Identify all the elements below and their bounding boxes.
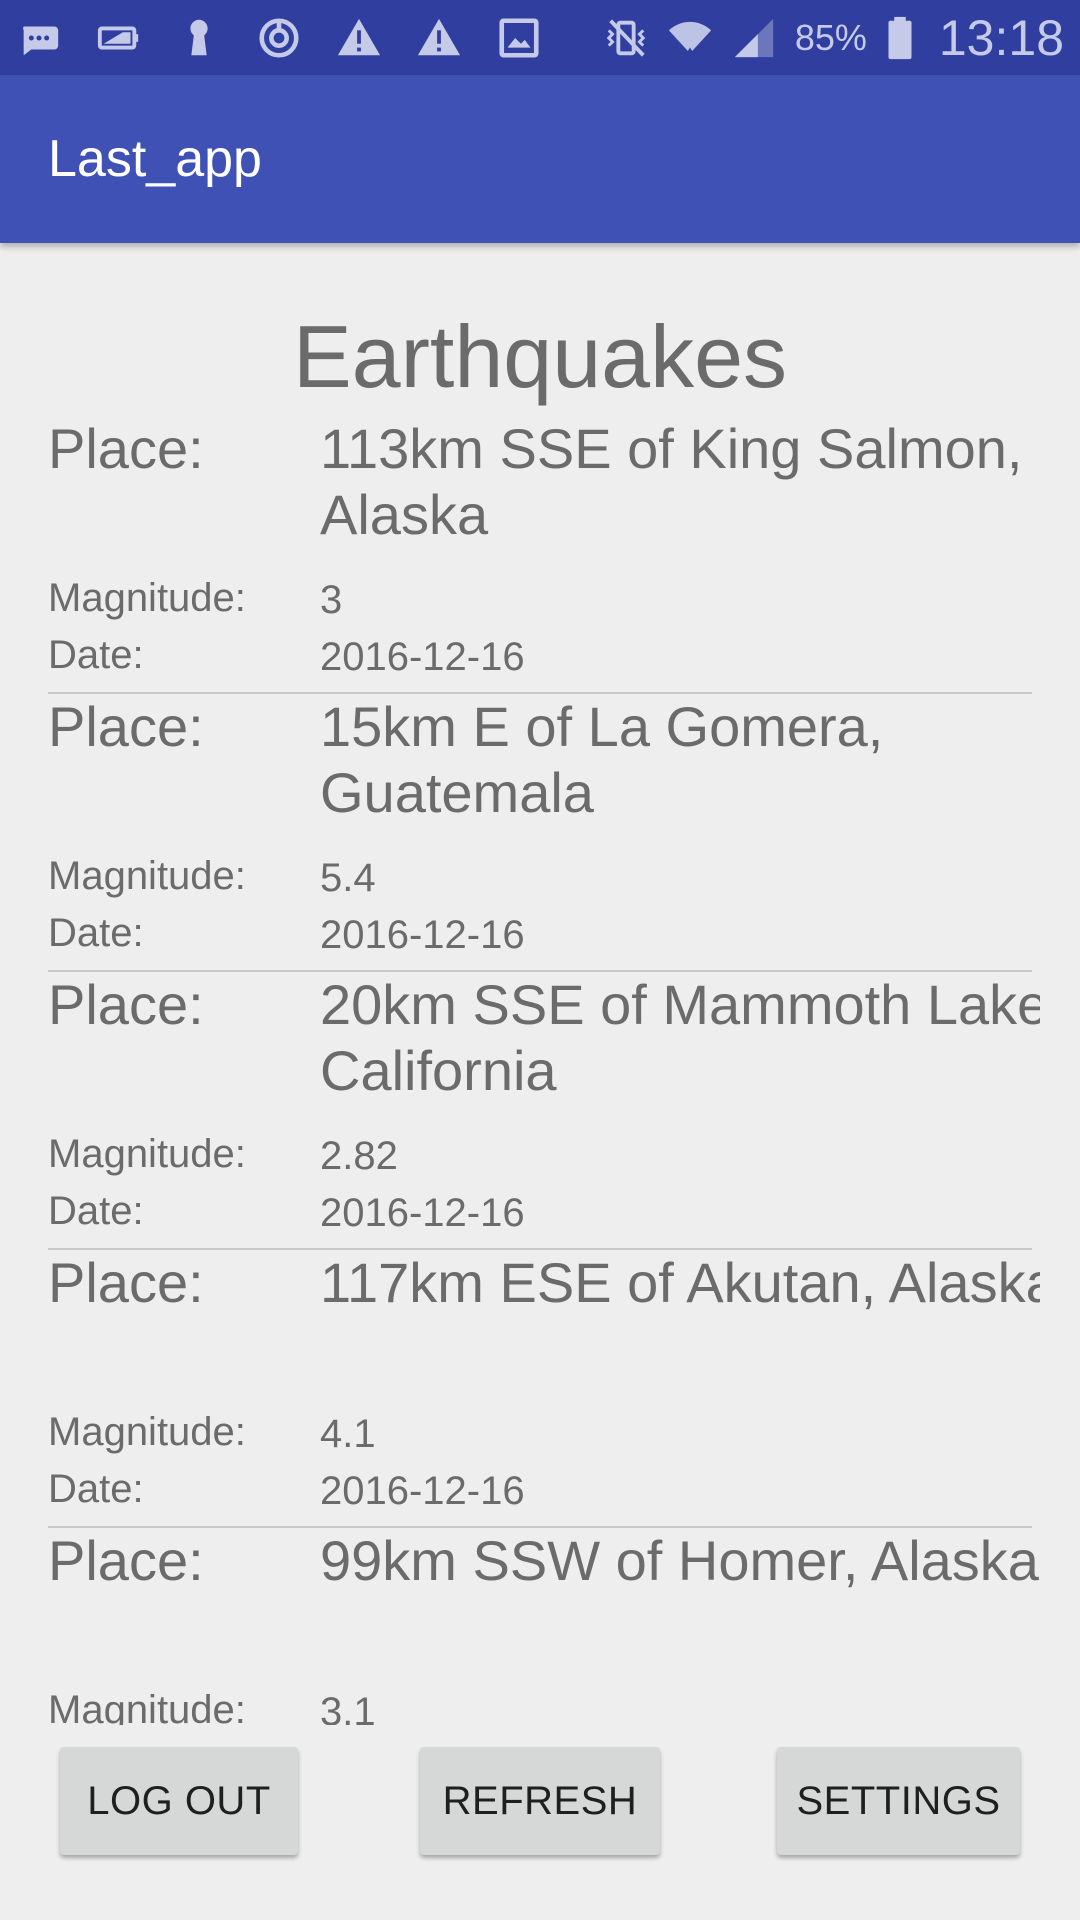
magnitude-label: Magnitude: — [48, 1688, 246, 1725]
list-item[interactable]: Place: 15km E of La Gomera, Guatemala Ma… — [48, 694, 1032, 972]
image-icon — [496, 15, 542, 61]
list-item[interactable]: Place: 117km ESE of Akutan, Alaska Magni… — [48, 1250, 1040, 1528]
date-value: 2016-12-16 — [320, 913, 525, 957]
refresh-button[interactable]: REFRESH — [420, 1747, 660, 1855]
warning-icon — [416, 15, 462, 61]
earthquake-list-view[interactable]: Earthquakes Place: 113km SSE of King Sal… — [0, 243, 1080, 1725]
place-value: 15km E of La Gomera, Guatemala — [320, 695, 884, 824]
magnitude-label: Magnitude: — [48, 1132, 246, 1176]
system-icons: 85% 13:18 — [603, 9, 1064, 67]
place-label: Place: — [48, 1529, 204, 1592]
app-title: Last_app — [48, 130, 262, 188]
battery-saver-icon — [96, 15, 142, 61]
date-label: Date: — [48, 1189, 144, 1233]
magnitude-value: 3 — [320, 578, 343, 622]
magnitude-value: 4.1 — [320, 1412, 376, 1456]
status-bar: 85% 13:18 — [0, 0, 1080, 75]
magnitude-value: 3.1 — [320, 1690, 376, 1725]
date-label: Date: — [48, 633, 144, 677]
earthquake-list[interactable]: Place: 113km SSE of King Salmon, Alaska … — [48, 416, 1040, 1725]
date-label: Date: — [48, 911, 144, 955]
place-value: 20km SSE of Mammoth Lakes, California — [320, 973, 1040, 1102]
place-label: Place: — [48, 695, 204, 758]
list-item[interactable]: Place: 113km SSE of King Salmon, Alaska … — [48, 416, 1032, 694]
logout-button[interactable]: LOG OUT — [60, 1747, 298, 1855]
magnitude-value: 2.82 — [320, 1134, 398, 1178]
clock: 13:18 — [938, 9, 1064, 66]
settings-button[interactable]: SETTINGS — [777, 1747, 1020, 1855]
app-bar: Last_app — [0, 75, 1080, 243]
place-label: Place: — [48, 417, 204, 480]
warning-icon — [336, 15, 382, 61]
place-label: Place: — [48, 973, 204, 1036]
vibrate-off-icon — [603, 15, 649, 61]
chat-bubble-icon — [16, 15, 62, 61]
magnitude-label: Magnitude: — [48, 854, 246, 898]
sync-icon — [256, 15, 302, 61]
magnitude-value: 5.4 — [320, 856, 376, 900]
list-item[interactable]: Place: 20km SSE of Mammoth Lakes, Califo… — [48, 972, 1040, 1250]
date-label: Date: — [48, 1467, 144, 1511]
place-value: 113km SSE of King Salmon, Alaska — [320, 417, 1023, 546]
list-item[interactable]: Place: 99km SSW of Homer, Alaska Magnitu… — [48, 1528, 1039, 1725]
place-value: 99km SSW of Homer, Alaska — [320, 1529, 1039, 1592]
place-label: Place: — [48, 1251, 204, 1314]
magnitude-label: Magnitude: — [48, 576, 246, 620]
bottom-button-bar: LOG OUT REFRESH SETTINGS — [0, 1725, 1080, 1920]
notification-icons — [16, 15, 542, 61]
wifi-icon — [667, 15, 713, 61]
page-title: Earthquakes — [292, 307, 788, 406]
cell-signal-icon — [731, 15, 777, 61]
place-value: 117km ESE of Akutan, Alaska — [320, 1251, 1040, 1314]
magnitude-label: Magnitude: — [48, 1410, 246, 1454]
date-value: 2016-12-16 — [320, 1191, 525, 1235]
keyhole-icon — [176, 15, 222, 61]
date-value: 2016-12-16 — [320, 1469, 525, 1513]
battery-percent: 85% — [794, 16, 867, 58]
battery-icon — [885, 15, 915, 61]
date-value: 2016-12-16 — [320, 635, 525, 679]
